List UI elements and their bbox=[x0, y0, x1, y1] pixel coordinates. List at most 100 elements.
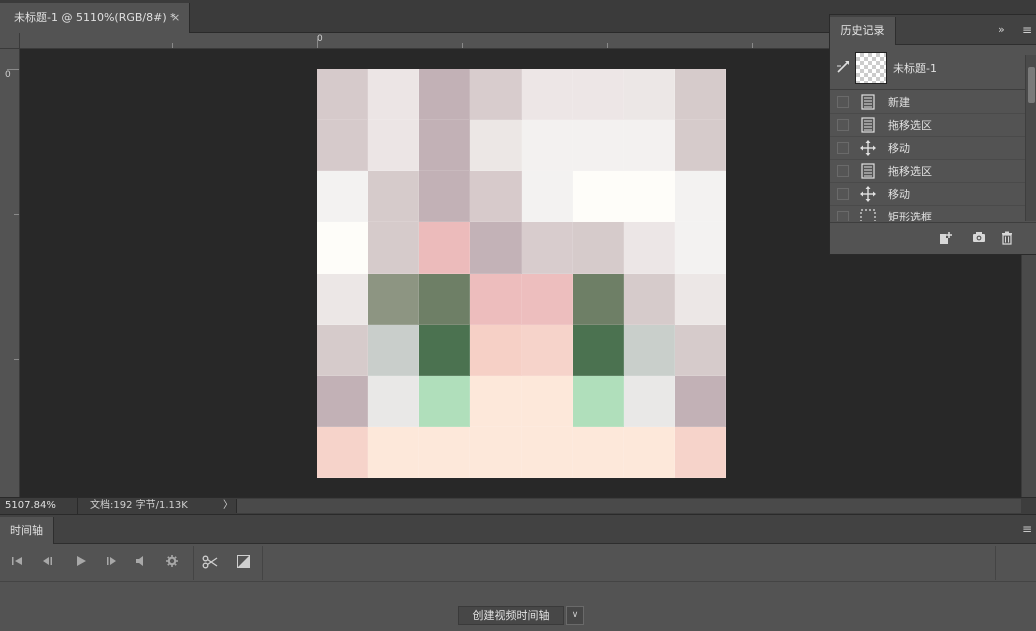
history-state-checkbox[interactable] bbox=[837, 119, 849, 131]
image-pixel bbox=[470, 273, 522, 325]
snapshot-thumbnail bbox=[855, 52, 887, 84]
close-icon[interactable]: × bbox=[171, 3, 180, 33]
panel-expand-icon[interactable]: » bbox=[998, 23, 1005, 36]
document-tab[interactable]: 未标题-1 @ 5110%(RGB/8#) * × bbox=[0, 3, 190, 33]
tab-history[interactable]: 历史记录 bbox=[830, 17, 896, 45]
image-pixel bbox=[521, 426, 573, 478]
history-state-row[interactable]: 移动 bbox=[830, 137, 1025, 160]
separator bbox=[193, 546, 194, 580]
gear-icon[interactable] bbox=[164, 555, 180, 571]
history-state-row[interactable]: 新建 bbox=[830, 91, 1025, 114]
chevron-down-icon: ∨ bbox=[571, 610, 579, 620]
audio-icon[interactable] bbox=[132, 555, 148, 571]
image-pixel bbox=[572, 120, 624, 172]
image-pixel bbox=[470, 222, 522, 274]
history-state-label: 拖移选区 bbox=[888, 119, 932, 132]
image-pixel bbox=[572, 375, 624, 427]
history-state-checkbox[interactable] bbox=[837, 96, 849, 108]
image-pixel bbox=[470, 324, 522, 376]
image-pixel bbox=[572, 69, 624, 121]
ruler-tick bbox=[14, 214, 19, 215]
image-pixel bbox=[368, 324, 420, 376]
move-icon bbox=[860, 140, 876, 156]
history-state-row[interactable]: 移动 bbox=[830, 183, 1025, 206]
history-brush-source-icon[interactable] bbox=[836, 60, 850, 77]
scrollbar-thumb[interactable] bbox=[1028, 67, 1035, 103]
history-state-label: 新建 bbox=[888, 96, 910, 109]
camera-icon[interactable] bbox=[971, 231, 987, 247]
history-state-row[interactable]: 矩形选框 bbox=[830, 206, 1025, 221]
ruler-tick bbox=[172, 43, 173, 48]
image-pixel bbox=[623, 171, 675, 223]
first-frame-icon[interactable] bbox=[9, 555, 25, 571]
timeline-controls bbox=[0, 544, 1036, 582]
timeline-mode-dropdown[interactable]: ∨ bbox=[566, 606, 584, 625]
zoom-level-field[interactable]: 5107.84% bbox=[0, 498, 78, 514]
history-panel: 历史记录 » ≡ 未标题-1 新建 拖移选区 移动 拖移选区 移动 矩形选框 bbox=[829, 14, 1036, 255]
document-info[interactable]: 文档:192 字节/1.13K bbox=[90, 498, 188, 514]
image-pixel bbox=[521, 375, 573, 427]
image-pixel bbox=[521, 324, 573, 376]
history-state-checkbox[interactable] bbox=[837, 188, 849, 200]
next-frame-icon[interactable] bbox=[104, 555, 120, 571]
history-footer bbox=[830, 222, 1036, 254]
history-state-row[interactable]: 拖移选区 bbox=[830, 114, 1025, 137]
image-pixel bbox=[674, 120, 726, 172]
history-state-label: 移动 bbox=[888, 188, 910, 201]
history-state-checkbox[interactable] bbox=[837, 211, 849, 221]
image-pixel bbox=[674, 171, 726, 223]
history-list: 新建 拖移选区 移动 拖移选区 移动 矩形选框 bbox=[830, 91, 1025, 221]
history-state-checkbox[interactable] bbox=[837, 165, 849, 177]
timeline-menu-icon[interactable]: ≡ bbox=[1022, 523, 1032, 535]
status-menu-arrow[interactable]: 〉 bbox=[223, 498, 233, 514]
image-pixel bbox=[572, 426, 624, 478]
ruler-tick bbox=[752, 43, 753, 48]
image-pixel bbox=[521, 273, 573, 325]
image-pixel bbox=[623, 222, 675, 274]
ruler-tick bbox=[607, 43, 608, 48]
image-pixel bbox=[419, 222, 471, 274]
image-pixel bbox=[623, 426, 675, 478]
document-tab-title: 未标题-1 @ 5110%(RGB/8#) * bbox=[14, 11, 176, 24]
image-pixel bbox=[419, 273, 471, 325]
create-video-timeline-button[interactable]: 创建视频时间轴 bbox=[458, 606, 564, 625]
history-snapshot[interactable]: 未标题-1 bbox=[830, 46, 1025, 90]
scissors-icon[interactable] bbox=[201, 555, 219, 571]
trash-icon[interactable] bbox=[999, 231, 1015, 247]
transition-icon[interactable] bbox=[235, 555, 251, 571]
image-pixel bbox=[368, 171, 420, 223]
history-scrollbar[interactable] bbox=[1025, 55, 1036, 221]
image-pixel bbox=[419, 69, 471, 121]
new-document-from-state-icon[interactable] bbox=[938, 231, 954, 247]
image-pixel bbox=[368, 426, 420, 478]
image-pixel bbox=[368, 222, 420, 274]
image-pixel bbox=[674, 222, 726, 274]
image-pixel bbox=[521, 171, 573, 223]
previous-frame-icon[interactable] bbox=[39, 555, 55, 571]
history-state-checkbox[interactable] bbox=[837, 142, 849, 154]
image-pixel bbox=[521, 120, 573, 172]
image-pixel bbox=[572, 171, 624, 223]
ruler-tick bbox=[317, 36, 318, 48]
image-pixel bbox=[623, 69, 675, 121]
timeline-panel: 时间轴 ≡ 创建视频时间轴 ∨ bbox=[0, 514, 1036, 631]
history-state-row[interactable]: 拖移选区 bbox=[830, 160, 1025, 183]
image-pixel bbox=[521, 222, 573, 274]
image-pixel bbox=[317, 69, 369, 121]
history-state-label: 矩形选框 bbox=[888, 211, 932, 221]
image-pixel bbox=[368, 120, 420, 172]
history-menu-icon[interactable]: ≡ bbox=[1022, 23, 1032, 37]
ruler-corner[interactable] bbox=[0, 33, 20, 49]
ruler-left-origin-label: 0 bbox=[5, 70, 11, 80]
image-pixel bbox=[470, 171, 522, 223]
image-pixel bbox=[317, 324, 369, 376]
image-pixel bbox=[317, 273, 369, 325]
tab-timeline[interactable]: 时间轴 bbox=[0, 517, 54, 544]
canvas-horizontal-scrollbar[interactable] bbox=[236, 499, 1021, 513]
pixel-image[interactable] bbox=[317, 69, 726, 478]
image-pixel bbox=[623, 120, 675, 172]
image-pixel bbox=[623, 324, 675, 376]
play-icon[interactable] bbox=[73, 555, 89, 571]
image-pixel bbox=[317, 426, 369, 478]
vertical-ruler[interactable]: 0 bbox=[0, 49, 20, 497]
